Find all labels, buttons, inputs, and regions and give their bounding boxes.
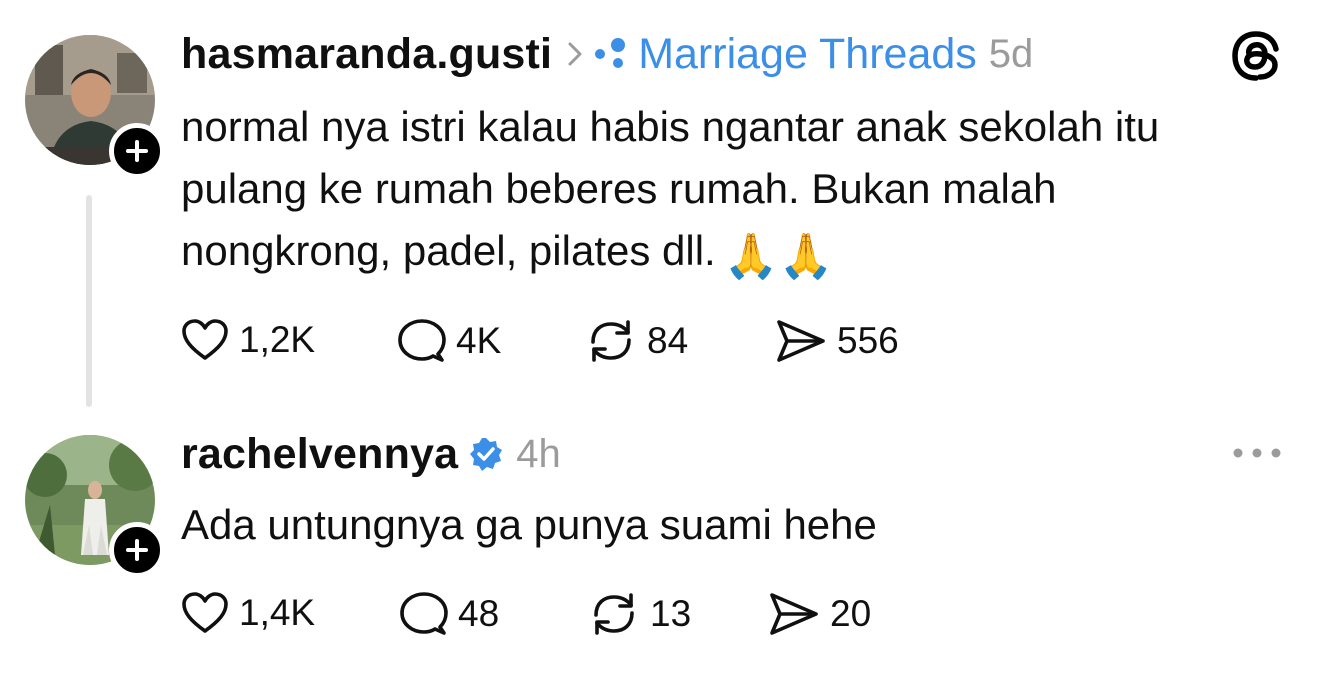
reply-time: 4h <box>516 431 561 476</box>
heart-icon <box>182 319 228 360</box>
verified-badge-icon <box>468 436 504 472</box>
comment-icon <box>398 319 446 362</box>
plus-icon <box>126 539 148 561</box>
reply-share-button[interactable]: 20 <box>768 591 871 637</box>
reply-header: rachelvennya 4h <box>181 428 561 480</box>
reply-username[interactable]: rachelvennya <box>181 430 458 479</box>
reply-comment-button[interactable]: 48 <box>400 591 499 637</box>
repost-icon <box>594 593 634 635</box>
post-header: hasmaranda.gusti Marriage Threads 5d <box>181 28 1033 80</box>
comment-icon <box>400 592 448 635</box>
repost-icon <box>591 320 631 362</box>
plus-icon <box>126 140 148 162</box>
reply-count: 4K <box>456 320 502 361</box>
post-username[interactable]: hasmaranda.gusti <box>181 30 552 79</box>
post-text-line-3: nongkrong, padel, pilates dll. 🙏🙏 <box>181 220 833 288</box>
chevron-right-icon <box>568 42 582 66</box>
more-options-icon[interactable] <box>1232 443 1282 468</box>
repost-button[interactable]: 84 <box>585 318 688 364</box>
send-icon <box>770 593 818 635</box>
post-text-line-1: normal nya istri kalau habis ngantar ana… <box>181 103 1160 150</box>
follow-button-rachelvennya[interactable] <box>109 522 165 578</box>
reply-text: Ada untungnya ga punya suami hehe <box>181 501 877 548</box>
reply-button[interactable]: 4K <box>398 318 501 364</box>
follow-button-hasmaranda[interactable] <box>109 123 165 179</box>
send-icon <box>777 320 825 362</box>
share-button[interactable]: 556 <box>775 318 899 364</box>
community-link[interactable]: Marriage Threads <box>638 30 977 79</box>
post-text-line-3-text: nongkrong, padel, pilates dll. <box>181 227 716 274</box>
like-count: 1,2K <box>239 319 316 360</box>
reply-share-count: 20 <box>830 593 872 634</box>
praying-hands-emoji: 🙏🙏 <box>723 231 834 282</box>
thread-connector-line <box>86 195 92 407</box>
post-text-line-2: pulang ke rumah beberes rumah. Bukan mal… <box>181 165 1057 212</box>
reply-comment-count: 48 <box>458 593 500 634</box>
community-icon <box>592 37 628 71</box>
threads-logo-icon[interactable] <box>1230 30 1282 87</box>
reply-like-button[interactable]: 1,4K <box>181 591 315 635</box>
heart-icon <box>182 592 228 633</box>
reply-like-count: 1,4K <box>239 592 316 633</box>
share-count: 556 <box>837 320 899 361</box>
post-time: 5d <box>988 31 1034 76</box>
like-button[interactable]: 1,2K <box>181 318 315 362</box>
repost-count: 84 <box>647 320 689 361</box>
reply-repost-count: 13 <box>650 593 692 634</box>
reply-repost-button[interactable]: 13 <box>588 591 691 637</box>
